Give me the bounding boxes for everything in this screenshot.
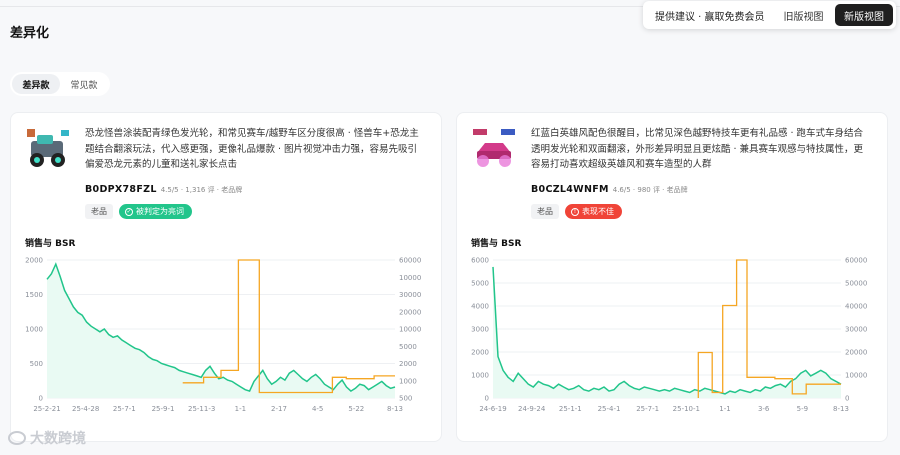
x-tick: 25-2-21 bbox=[33, 405, 60, 413]
x-tick: 8-13 bbox=[387, 405, 403, 413]
y-right-tick: 30000 bbox=[399, 291, 421, 299]
check-icon: ✓ bbox=[125, 207, 133, 216]
x-tick: 25-11-3 bbox=[188, 405, 215, 413]
truck-image-icon bbox=[25, 127, 71, 173]
y-right-tick: 10000 bbox=[845, 372, 867, 380]
status-badge-label: 被判定为亮词 bbox=[136, 207, 184, 216]
age-badge: 老品 bbox=[85, 204, 113, 219]
y-right-tick: 1000 bbox=[399, 377, 417, 385]
asin-label[interactable]: B0CZL4WNFM bbox=[531, 184, 609, 195]
x-tick: 8-13 bbox=[833, 405, 849, 413]
x-tick: 24-9-24 bbox=[518, 405, 546, 413]
y-left-tick: 0 bbox=[485, 395, 489, 403]
age-badge: 老品 bbox=[531, 204, 559, 219]
x-tick: 25-1-1 bbox=[559, 405, 582, 413]
x-tick: 25-7-1 bbox=[636, 405, 659, 413]
x-tick: 4-5 bbox=[312, 405, 323, 413]
y-right-tick: 20000 bbox=[399, 308, 421, 316]
y-left-tick: 6000 bbox=[471, 257, 489, 265]
badge-row: 老品 ✓ 被判定为亮词 bbox=[85, 204, 192, 219]
x-tick: 5-22 bbox=[348, 405, 364, 413]
y-left-tick: 2000 bbox=[25, 257, 43, 265]
product-card: 红蓝白英雄风配色很醒目，比常见深色越野特技车更有礼品感 · 跑车式车身结合透明发… bbox=[456, 112, 888, 442]
status-badge: ! 表现不佳 bbox=[565, 204, 622, 219]
y-right-tick: 0 bbox=[845, 395, 849, 403]
x-tick: 25-10-1 bbox=[673, 405, 700, 413]
status-badge-label: 表现不佳 bbox=[582, 207, 614, 216]
product-image[interactable] bbox=[471, 127, 517, 173]
x-tick: 24-6-19 bbox=[479, 405, 506, 413]
old-view-button[interactable]: 旧版视图 bbox=[776, 8, 831, 23]
y-left-tick: 3000 bbox=[471, 326, 489, 334]
product-card: 恐龙怪兽涂装配青绿色发光轮，和常见赛车/越野车区分度很高 · 怪兽车+恐龙主题结… bbox=[10, 112, 442, 442]
tab-differentiated[interactable]: 差异款 bbox=[12, 74, 60, 94]
y-right-tick: 10000 bbox=[399, 326, 421, 334]
x-tick: 2-17 bbox=[271, 405, 287, 413]
x-tick: 5-9 bbox=[797, 405, 808, 413]
x-tick: 1-1 bbox=[235, 405, 246, 413]
y-left-tick: 1500 bbox=[25, 291, 43, 299]
y-right-tick: 5000 bbox=[399, 343, 417, 351]
view-switcher: 提供建议 · 赢取免费会员 旧版视图 新版视图 bbox=[643, 1, 896, 29]
status-badge: ✓ 被判定为亮词 bbox=[119, 204, 192, 219]
logo-icon bbox=[8, 431, 26, 445]
badge-row: 老品 ! 表现不佳 bbox=[531, 204, 622, 219]
product-meta-row: B0CZL4WNFM 4.6/5 · 980 评 · 老品牌 bbox=[531, 184, 688, 195]
y-right-tick: 2000 bbox=[399, 360, 417, 368]
new-view-button[interactable]: 新版视图 bbox=[835, 4, 893, 26]
page: 差异化 提供建议 · 赢取免费会员 旧版视图 新版视图 差异款 常见款 恐龙怪兽… bbox=[0, 0, 900, 455]
y-right-tick: 20000 bbox=[845, 349, 867, 357]
suggest-link[interactable]: 提供建议 · 赢取免费会员 bbox=[643, 8, 776, 23]
y-right-tick: 50000 bbox=[845, 280, 867, 288]
y-left-tick: 2000 bbox=[471, 349, 489, 357]
watermark-text: 大数跨境 bbox=[30, 431, 86, 447]
y-left-tick: 0 bbox=[39, 395, 43, 403]
sales-bsr-chart: 0 1000 2000 3000 4000 5000 6000 0 10000 20000 3000… bbox=[457, 248, 889, 418]
x-tick: 25-4-28 bbox=[72, 405, 99, 413]
x-tick: 25-7-1 bbox=[113, 405, 136, 413]
y-right-tick: 60000 bbox=[399, 257, 421, 265]
y-left-tick: 4000 bbox=[471, 303, 489, 311]
x-tick: 25-9-1 bbox=[152, 405, 175, 413]
sales-bsr-chart: 0 500 1000 1500 2000 500 1000 2000 5000 10000 2000… bbox=[11, 248, 443, 418]
y-left-tick: 5000 bbox=[471, 280, 489, 288]
product-description: 恐龙怪兽涂装配青绿色发光轮，和常见赛车/越野车区分度很高 · 怪兽车+恐龙主题结… bbox=[85, 128, 419, 170]
y-right-tick: 40000 bbox=[845, 303, 867, 311]
tab-bar: 差异款 常见款 bbox=[10, 72, 110, 96]
x-tick: 25-4-1 bbox=[598, 405, 621, 413]
page-title: 差异化 bbox=[10, 26, 50, 41]
car-image-icon bbox=[471, 127, 517, 173]
x-tick: 3-6 bbox=[758, 405, 770, 413]
alert-icon: ! bbox=[571, 207, 579, 216]
y-right-tick: 500 bbox=[399, 395, 412, 403]
watermark: 大数跨境 bbox=[8, 428, 86, 448]
y-left-tick: 1000 bbox=[471, 372, 489, 380]
y-left-tick: 500 bbox=[30, 360, 43, 368]
asin-label[interactable]: B0DPX78FZL bbox=[85, 184, 157, 195]
y-left-tick: 1000 bbox=[25, 326, 43, 334]
y-right-tick: 10000 bbox=[399, 274, 421, 282]
y-right-tick: 30000 bbox=[845, 326, 867, 334]
tab-common[interactable]: 常见款 bbox=[60, 74, 108, 94]
rating-meta: 4.5/5 · 1,316 评 · 老品牌 bbox=[160, 186, 243, 194]
product-meta-row: B0DPX78FZL 4.5/5 · 1,316 评 · 老品牌 bbox=[85, 184, 242, 195]
rating-meta: 4.6/5 · 980 评 · 老品牌 bbox=[612, 186, 688, 194]
product-description: 红蓝白英雄风配色很醒目，比常见深色越野特技车更有礼品感 · 跑车式车身结合透明发… bbox=[531, 128, 864, 170]
y-right-tick: 60000 bbox=[845, 257, 867, 265]
product-image[interactable] bbox=[25, 127, 71, 173]
x-tick: 1-1 bbox=[719, 405, 730, 413]
